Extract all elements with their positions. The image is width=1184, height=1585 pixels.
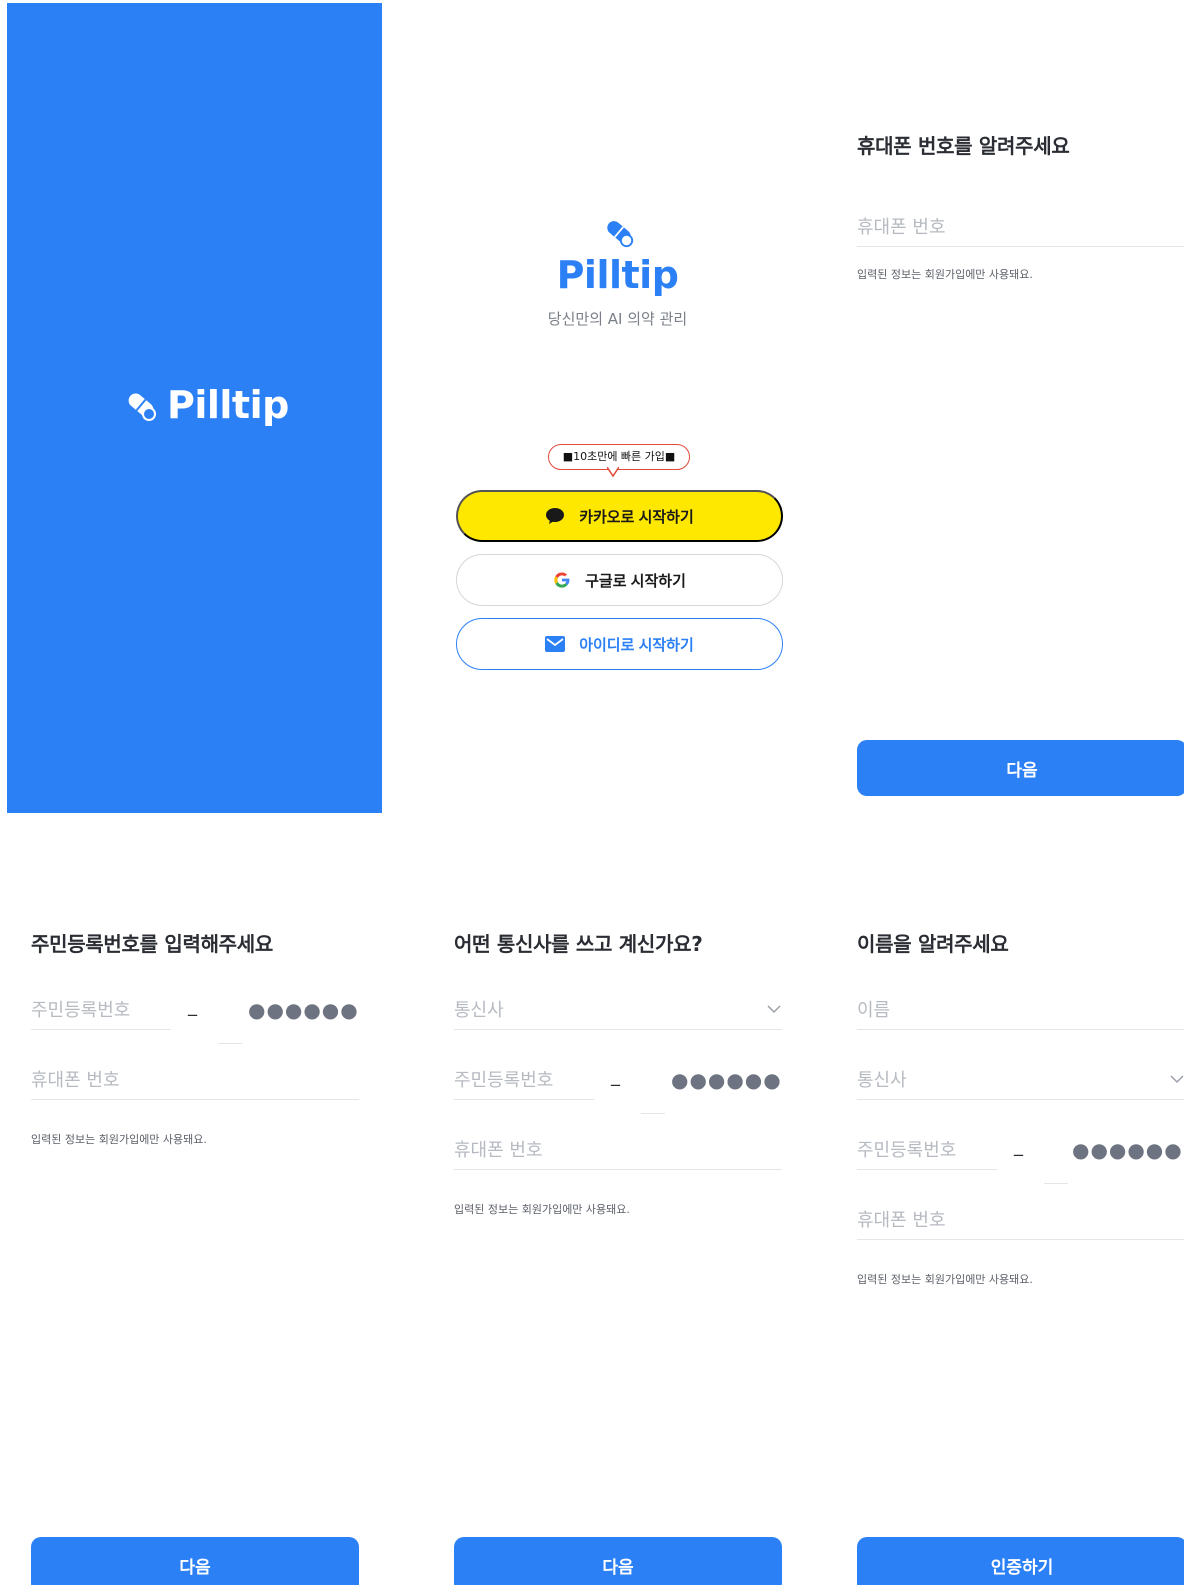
page-title: 이름을 알려주세요 <box>857 932 1009 956</box>
id-login-label: 아이디로 시작하기 <box>579 636 694 654</box>
kakao-login-button[interactable]: 카카오로 시작하기 <box>456 490 783 542</box>
privacy-hint: 입력된 정보는 회원가입에만 사용돼요. <box>857 268 1033 281</box>
pill-icon <box>607 221 634 248</box>
rrn-front-input[interactable]: 주민등록번호 <box>857 1128 997 1170</box>
carrier-placeholder: 통신사 <box>454 999 504 1021</box>
bubble-tail <box>607 467 619 478</box>
phone-placeholder: 휴대폰 번호 <box>857 1209 946 1231</box>
chevron-down-icon <box>767 1004 781 1013</box>
phone-placeholder: 휴대폰 번호 <box>857 216 946 238</box>
page-title: 휴대폰 번호를 알려주세요 <box>857 134 1070 158</box>
next-button-label: 다음 <box>602 1557 634 1577</box>
rrn-placeholder: 주민등록번호 <box>857 1139 957 1161</box>
tagline: 당신만의 AI 의약 관리 <box>547 310 688 328</box>
splash-screen: Pilltip <box>7 3 382 813</box>
rrn-front-input[interactable]: 주민등록번호 <box>31 988 171 1030</box>
phone-input[interactable]: 휴대폰 번호 <box>857 205 1184 247</box>
carrier-step-screen: 어떤 통신사를 쓰고 계신가요? 통신사 주민등록번호 _ ●●●●●● 휴대폰… <box>420 860 820 1585</box>
phone-placeholder: 휴대폰 번호 <box>454 1139 543 1161</box>
brand-name: Pilltip <box>556 253 679 297</box>
rrn-dash: _ <box>188 996 197 1017</box>
splash-brand: Pilltip <box>123 383 289 427</box>
privacy-hint: 입력된 정보는 회원가입에만 사용돼요. <box>454 1203 630 1216</box>
id-login-button[interactable]: 아이디로 시작하기 <box>456 618 783 670</box>
signup-speech-bubble: ■10초만에 빠른 가입■ <box>548 444 690 470</box>
rrn-back-digit-underline <box>1044 1183 1068 1184</box>
rrn-masked-digits: ●●●●●● <box>671 1068 782 1092</box>
next-button[interactable]: 다음 <box>31 1537 359 1585</box>
rrn-placeholder: 주민등록번호 <box>454 1069 554 1091</box>
phone-input[interactable]: 휴대폰 번호 <box>31 1058 359 1100</box>
carrier-placeholder: 통신사 <box>857 1069 907 1091</box>
kakao-login-label: 카카오로 시작하기 <box>579 508 694 526</box>
name-input[interactable]: 이름 <box>857 988 1184 1030</box>
speech-bubble-icon <box>546 508 565 524</box>
rrn-step-screen: 주민등록번호를 입력해주세요 주민등록번호 _ ●●●●●● 휴대폰 번호 입력… <box>0 860 400 1585</box>
google-login-label: 구글로 시작하기 <box>585 572 686 590</box>
carrier-select[interactable]: 통신사 <box>454 988 782 1030</box>
phone-placeholder: 휴대폰 번호 <box>31 1069 120 1091</box>
next-button[interactable]: 다음 <box>857 740 1184 796</box>
rrn-dash: _ <box>611 1066 620 1087</box>
chevron-down-icon <box>1170 1074 1184 1083</box>
google-login-button[interactable]: 구글로 시작하기 <box>456 554 783 606</box>
next-button-label: 다음 <box>179 1557 211 1577</box>
google-icon <box>554 572 570 588</box>
rrn-dash: _ <box>1014 1136 1023 1157</box>
rrn-back-digit-underline <box>218 1043 242 1044</box>
rrn-back-digit-underline <box>641 1113 665 1114</box>
phone-step-screen: 휴대폰 번호를 알려주세요 휴대폰 번호 입력된 정보는 회원가입에만 사용돼요… <box>855 0 1184 815</box>
name-step-screen: 이름을 알려주세요 이름 통신사 주민등록번호 _ ●●●●●● 휴대폰 번호 … <box>855 860 1184 1585</box>
phone-input[interactable]: 휴대폰 번호 <box>857 1198 1184 1240</box>
rrn-masked-digits: ●●●●●● <box>1072 1138 1183 1162</box>
next-button[interactable]: 다음 <box>454 1537 782 1585</box>
rrn-placeholder: 주민등록번호 <box>31 999 131 1021</box>
carrier-select[interactable]: 통신사 <box>857 1058 1184 1100</box>
privacy-hint: 입력된 정보는 회원가입에만 사용돼요. <box>31 1133 207 1146</box>
verify-button[interactable]: 인증하기 <box>857 1537 1184 1585</box>
rrn-front-input[interactable]: 주민등록번호 <box>454 1058 594 1100</box>
name-placeholder: 이름 <box>857 999 891 1021</box>
privacy-hint: 입력된 정보는 회원가입에만 사용돼요. <box>857 1273 1033 1286</box>
login-screen: Pilltip 당신만의 AI 의약 관리 ■10초만에 빠른 가입■ 카카오로… <box>420 0 815 815</box>
brand-name: Pilltip <box>167 383 289 427</box>
phone-input[interactable]: 휴대폰 번호 <box>454 1128 782 1170</box>
page-title: 주민등록번호를 입력해주세요 <box>31 932 273 956</box>
pill-icon <box>128 393 156 421</box>
rrn-masked-digits: ●●●●●● <box>248 998 359 1022</box>
verify-button-label: 인증하기 <box>990 1557 1054 1577</box>
mail-icon <box>545 636 566 652</box>
page-title: 어떤 통신사를 쓰고 계신가요? <box>454 932 703 956</box>
next-button-label: 다음 <box>1006 760 1038 780</box>
